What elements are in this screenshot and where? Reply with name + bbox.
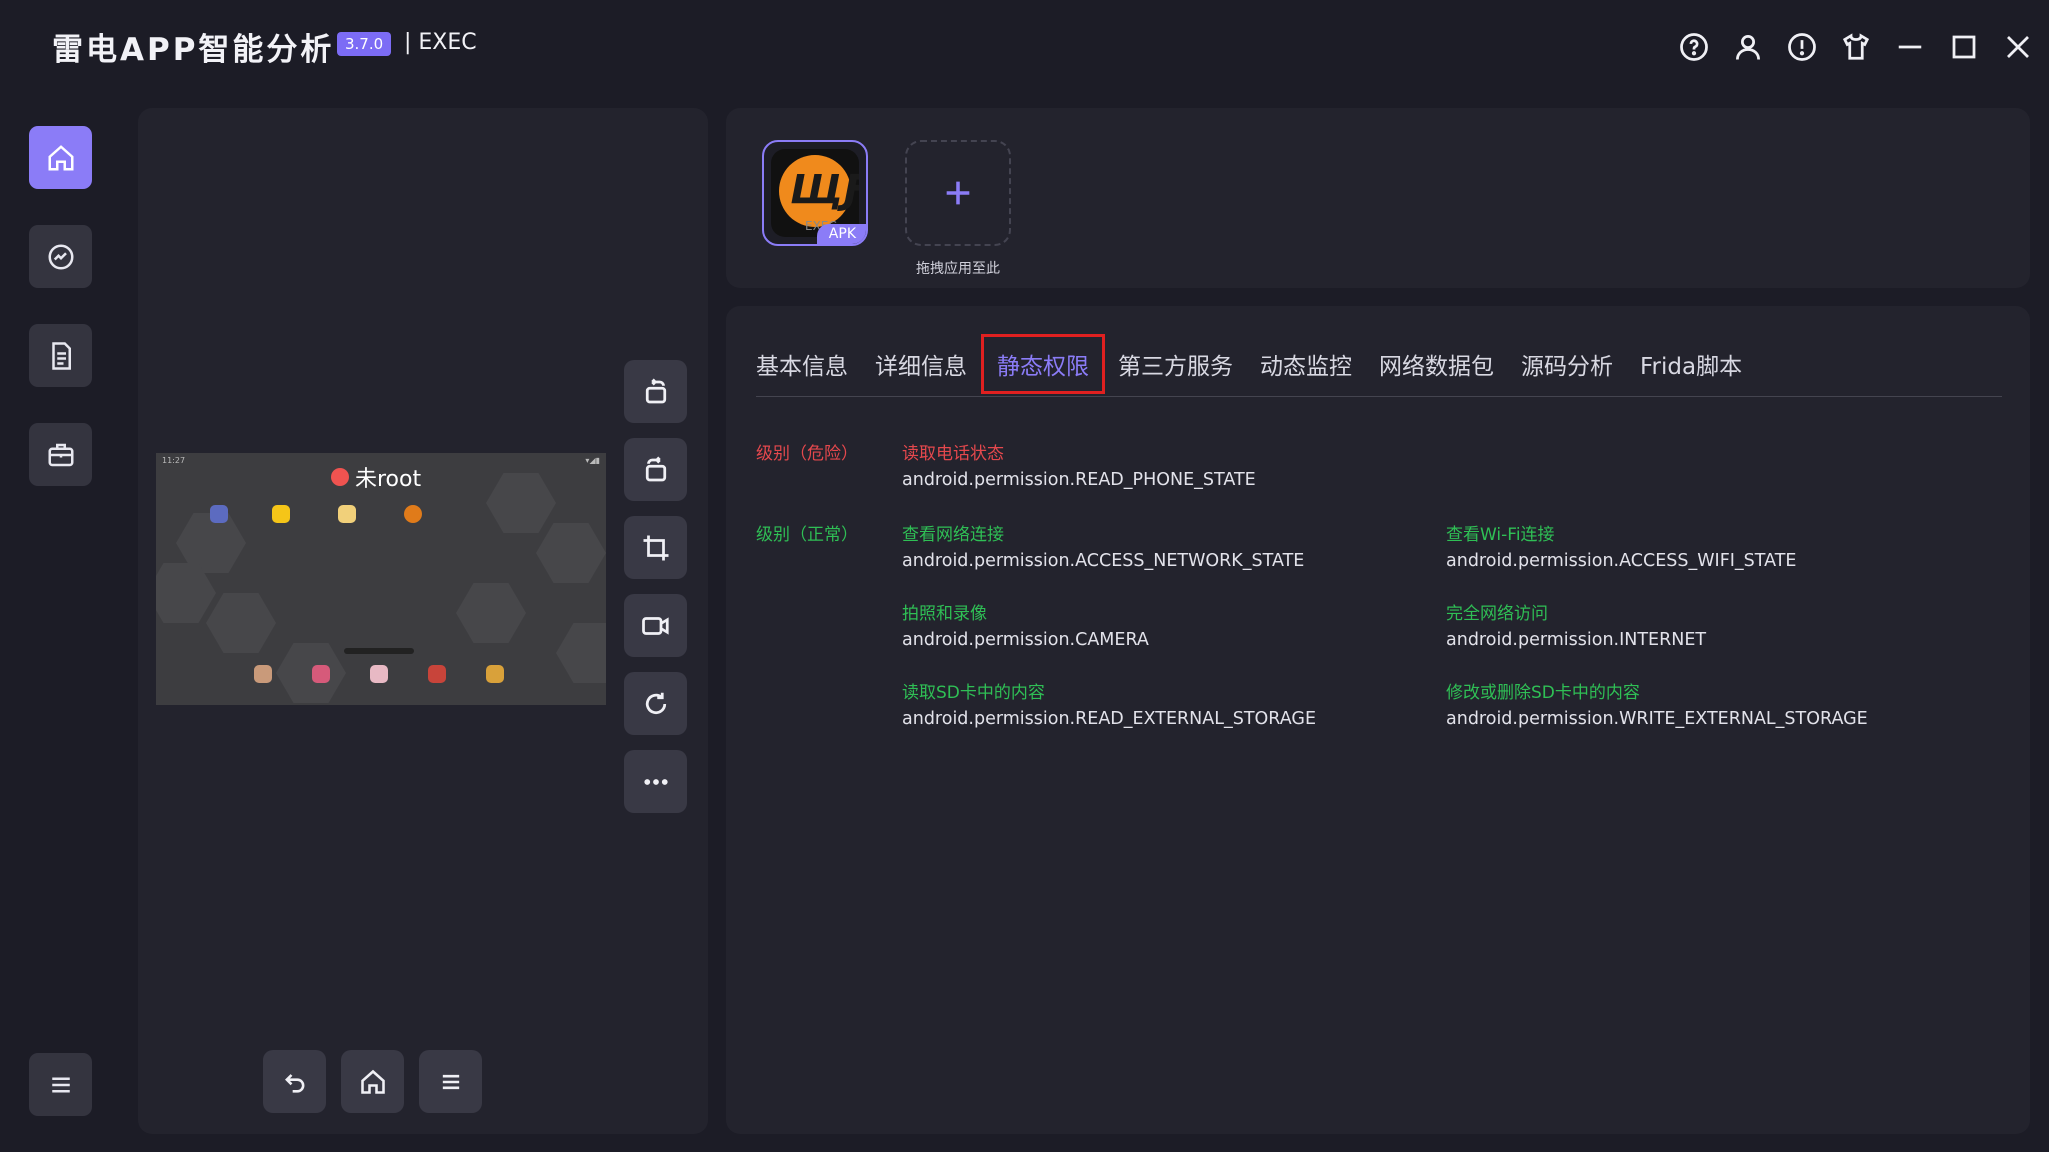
nav-analysis-button[interactable] bbox=[29, 225, 92, 288]
permission-title: 完全网络访问 bbox=[1446, 604, 1548, 624]
device-back-button[interactable] bbox=[263, 1050, 326, 1113]
tab-detail-info[interactable]: 详细信息 bbox=[875, 337, 967, 391]
device-dock-app[interactable] bbox=[254, 665, 272, 683]
permission-item: 查看网络连接 android.permission.ACCESS_NETWORK… bbox=[902, 520, 1304, 571]
more-icon bbox=[643, 778, 668, 785]
app-title: 雷电APP智能分析 bbox=[52, 32, 335, 68]
refresh-button[interactable] bbox=[624, 672, 687, 735]
device-status-icons: ▾◢▮ bbox=[585, 456, 600, 465]
device-status-time: 11:27 bbox=[162, 456, 186, 465]
device-home-button[interactable] bbox=[341, 1050, 404, 1113]
rotate-right-icon bbox=[645, 456, 666, 481]
permission-title: 修改或删除SD卡中的内容 bbox=[1446, 683, 1640, 703]
home-icon bbox=[360, 1069, 385, 1094]
device-app-icon[interactable] bbox=[210, 505, 228, 523]
maximize-icon[interactable] bbox=[1947, 30, 1981, 64]
device-dock-app[interactable] bbox=[486, 665, 504, 683]
tab-frida-script[interactable]: Frida脚本 bbox=[1640, 337, 1742, 391]
title-suffix: | EXEC bbox=[404, 30, 477, 55]
toolbox-icon bbox=[48, 443, 73, 466]
title-bar: 雷电APP智能分析 3.7.0 | EXEC bbox=[0, 0, 2049, 90]
permission-item: 读取SD卡中的内容 android.permission.READ_EXTERN… bbox=[902, 678, 1316, 729]
permission-id: android.permission.INTERNET bbox=[1446, 630, 1707, 650]
info-icon[interactable] bbox=[1785, 30, 1819, 64]
device-app-icon[interactable] bbox=[404, 505, 422, 523]
nav-home-button[interactable] bbox=[29, 126, 92, 189]
nav-report-button[interactable] bbox=[29, 324, 92, 387]
tabs-divider bbox=[756, 396, 2002, 397]
rotate-left-icon bbox=[645, 378, 666, 403]
home-icon bbox=[48, 144, 73, 170]
back-icon bbox=[284, 1073, 304, 1093]
level-danger-label: 级别（危险） bbox=[756, 444, 858, 464]
apk-badge: APK bbox=[816, 224, 866, 244]
tab-dynamic-monitor[interactable]: 动态监控 bbox=[1260, 337, 1352, 391]
tab-third-party[interactable]: 第三方服务 bbox=[1118, 337, 1233, 391]
permission-title: 拍照和录像 bbox=[902, 604, 987, 624]
tab-source-analysis[interactable]: 源码分析 bbox=[1521, 337, 1613, 391]
permission-title: 查看网络连接 bbox=[902, 525, 1004, 545]
menu-icon bbox=[51, 1077, 70, 1092]
device-app-icon[interactable] bbox=[338, 505, 356, 523]
device-menu-button[interactable] bbox=[419, 1050, 482, 1113]
permission-item: 修改或删除SD卡中的内容 android.permission.WRITE_EX… bbox=[1446, 678, 1868, 729]
rotate-left-button[interactable] bbox=[624, 360, 687, 423]
device-search-bar bbox=[344, 648, 414, 654]
more-button[interactable] bbox=[624, 750, 687, 813]
document-icon bbox=[51, 341, 71, 370]
permission-id: android.permission.WRITE_EXTERNAL_STORAG… bbox=[1446, 709, 1868, 729]
add-app-button[interactable] bbox=[905, 140, 1011, 246]
device-dock-app[interactable] bbox=[370, 665, 388, 683]
permission-id: android.permission.CAMERA bbox=[902, 630, 1149, 650]
tab-network-packets[interactable]: 网络数据包 bbox=[1379, 337, 1494, 391]
user-icon[interactable] bbox=[1731, 30, 1765, 64]
crop-icon bbox=[643, 535, 668, 560]
add-app-hint: 拖拽应用至此 bbox=[916, 261, 1000, 277]
permission-title: 读取SD卡中的内容 bbox=[902, 683, 1045, 703]
tab-bar: 基本信息 详细信息 静态权限 第三方服务 动态监控 网络数据包 源码分析 Fri… bbox=[756, 334, 1769, 394]
root-status: 未root bbox=[331, 461, 421, 493]
version-badge: 3.7.0 bbox=[337, 32, 392, 56]
device-dock-app[interactable] bbox=[428, 665, 446, 683]
app-card-current[interactable]: ЩƑ EXEC APK bbox=[762, 140, 868, 246]
minimize-icon[interactable] bbox=[1893, 30, 1927, 64]
permission-id: android.permission.READ_EXTERNAL_STORAGE bbox=[902, 709, 1317, 729]
shirt-icon[interactable] bbox=[1839, 30, 1873, 64]
record-icon bbox=[641, 616, 669, 635]
root-status-dot bbox=[331, 468, 349, 486]
permission-item: 拍照和录像 android.permission.CAMERA bbox=[902, 599, 1149, 650]
plus-icon bbox=[946, 181, 970, 205]
rotate-right-button[interactable] bbox=[624, 438, 687, 501]
refresh-icon bbox=[645, 692, 666, 714]
permission-id: android.permission.ACCESS_WIFI_STATE bbox=[1446, 551, 1797, 571]
record-button[interactable] bbox=[624, 594, 687, 657]
device-app-icon[interactable] bbox=[272, 505, 290, 523]
permission-item: 读取电话状态 android.permission.READ_PHONE_STA… bbox=[902, 439, 1256, 490]
device-screen[interactable]: 11:27 ▾◢▮ 未root bbox=[156, 453, 606, 705]
permission-id: android.permission.ACCESS_NETWORK_STATE bbox=[902, 551, 1305, 571]
root-status-label: 未root bbox=[355, 467, 422, 492]
permission-id: android.permission.READ_PHONE_STATE bbox=[902, 470, 1256, 490]
help-icon[interactable] bbox=[1677, 30, 1711, 64]
tab-basic-info[interactable]: 基本信息 bbox=[756, 337, 848, 391]
nav-toolbox-button[interactable] bbox=[29, 423, 92, 486]
permission-item: 完全网络访问 android.permission.INTERNET bbox=[1446, 599, 1706, 650]
crop-button[interactable] bbox=[624, 516, 687, 579]
nav-menu-button[interactable] bbox=[29, 1053, 92, 1116]
tab-static-permissions[interactable]: 静态权限 bbox=[981, 334, 1105, 394]
permission-item: 查看Wi-Fi连接 android.permission.ACCESS_WIFI… bbox=[1446, 520, 1796, 571]
device-dock-app[interactable] bbox=[312, 665, 330, 683]
permission-title: 查看Wi-Fi连接 bbox=[1446, 525, 1555, 545]
menu-icon bbox=[442, 1074, 459, 1089]
level-normal-label: 级别（正常） bbox=[756, 525, 858, 545]
analysis-icon bbox=[48, 244, 73, 269]
permission-title: 读取电话状态 bbox=[902, 444, 1004, 464]
window-controls bbox=[1677, 30, 2035, 64]
close-icon[interactable] bbox=[2001, 30, 2035, 64]
